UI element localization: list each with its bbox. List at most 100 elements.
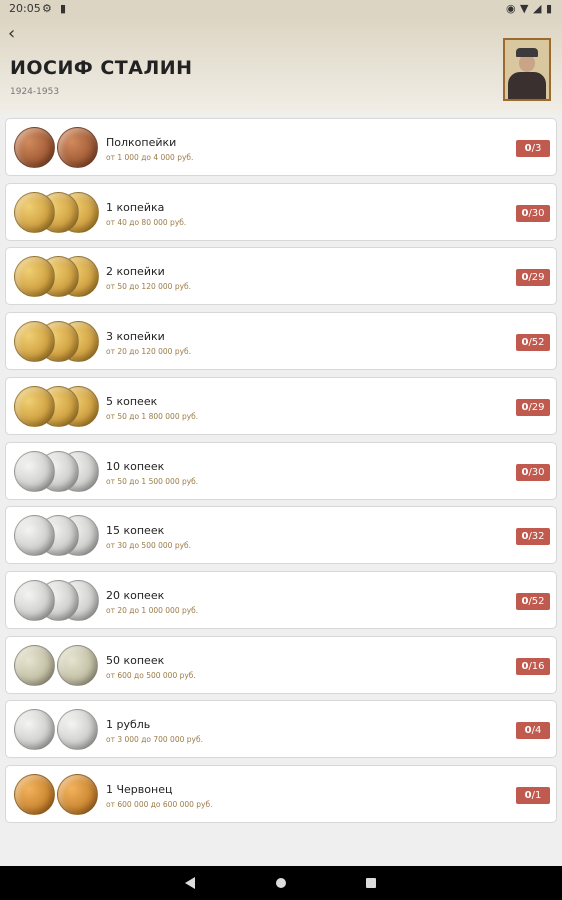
total-count: /16 (528, 660, 545, 672)
coin-thumbnails (14, 515, 104, 557)
coin-name: 5 копеек (106, 394, 158, 408)
collection-count-badge[interactable]: 0/1 (516, 787, 550, 804)
coin-list-item[interactable]: 1 рубль от 3 000 до 700 000 руб. 0/4 (5, 700, 557, 759)
total-count: /30 (528, 466, 545, 478)
coin-list-item[interactable]: 1 Червонец от 600 000 до 600 000 руб. 0/1 (5, 765, 557, 823)
collection-count-badge[interactable]: 0/4 (516, 722, 550, 740)
collection-count-badge[interactable]: 0/32 (516, 528, 550, 546)
coin-price-range: от 3 000 до 700 000 руб. (106, 735, 203, 745)
collection-count-badge[interactable]: 0/29 (516, 398, 550, 416)
system-nav-bar (0, 866, 562, 900)
coin-thumbnails (14, 644, 104, 687)
wifi-icon: ▼ (520, 2, 529, 15)
coin-list-item[interactable]: 50 копеек от 600 до 500 000 руб. 0/16 (5, 635, 557, 694)
coin-thumbnails (14, 127, 104, 169)
coin-list-item[interactable]: 5 копеек от 50 до 1 800 000 руб. 0/29 (5, 376, 557, 435)
coin-thumbnails (14, 256, 104, 298)
signal-icon: ◢ (533, 2, 542, 15)
coin-price-range: от 40 до 80 000 руб. (106, 217, 187, 227)
coin-name: 1 копейка (106, 200, 165, 214)
coin-image (14, 321, 55, 363)
coin-image (57, 644, 98, 686)
coin-price-range: от 1 000 до 4 000 руб. (106, 153, 194, 162)
coin-thumbnails (14, 450, 104, 493)
coin-thumbnails (14, 191, 104, 234)
coin-list-item[interactable]: 20 копеек от 20 до 1 000 000 руб. 0/52 (5, 570, 557, 629)
ruler-header: ‹ ИОСИФ СТАЛИН 1924-1953 (0, 17, 562, 114)
coin-list-item[interactable]: 1 копейка от 40 до 80 000 руб. 0/30 (5, 182, 557, 241)
coin-price-range: от 30 до 500 000 руб. (106, 541, 192, 551)
owned-count: 0 (524, 790, 532, 801)
coin-image (14, 515, 55, 557)
coin-name: 2 копейки (106, 265, 165, 279)
owned-count: 0 (524, 143, 532, 154)
total-count: /32 (528, 531, 545, 543)
coin-list-item[interactable]: 2 копейки от 50 до 120 000 руб. 0/29 (5, 247, 557, 306)
coin-image (14, 127, 55, 168)
coin-price-range: от 20 до 120 000 руб. (106, 347, 192, 357)
coin-image (14, 709, 55, 751)
collection-count-badge[interactable]: 0/29 (516, 269, 550, 287)
coin-image (14, 644, 55, 686)
total-count: /29 (528, 272, 545, 284)
coin-image (57, 709, 98, 751)
status-bar: 20:05 ⚙ ▮ ◉ ▼ ◢ ▮ (0, 0, 562, 17)
total-count: /52 (528, 595, 545, 607)
coin-price-range: от 600 000 до 600 000 руб. (106, 800, 213, 809)
coin-list-item[interactable]: 10 копеек от 50 до 1 500 000 руб. 0/30 (5, 441, 557, 500)
gear-icon: ⚙ (42, 2, 52, 15)
coin-thumbnails (14, 385, 104, 428)
coin-image (14, 774, 55, 815)
coin-thumbnails (14, 321, 104, 363)
coin-name: 20 копеек (106, 588, 165, 602)
coin-thumbnails (14, 774, 104, 816)
coin-list-item[interactable]: Полкопейки от 1 000 до 4 000 руб. 0/3 (5, 118, 557, 176)
total-count: /30 (528, 207, 545, 219)
total-count: /3 (531, 143, 542, 154)
coin-image (14, 385, 55, 427)
coin-image (14, 450, 55, 492)
coin-name: 1 Червонец (106, 783, 173, 796)
page-title: ИОСИФ СТАЛИН (10, 57, 193, 79)
coin-price-range: от 50 до 1 800 000 руб. (106, 411, 199, 421)
location-icon: ◉ (506, 2, 516, 15)
ruler-portrait (503, 38, 551, 101)
coin-name: Полкопейки (106, 136, 177, 149)
total-count: /4 (531, 725, 542, 737)
coin-price-range: от 50 до 1 500 000 руб. (106, 476, 199, 486)
nav-home-icon[interactable] (276, 878, 286, 888)
coin-price-range: от 600 до 500 000 руб. (106, 670, 196, 680)
total-count: /1 (531, 790, 542, 801)
coin-image (14, 191, 55, 233)
coin-name: 10 копеек (106, 459, 165, 473)
coin-list-item[interactable]: 3 копейки от 20 до 120 000 руб. 0/52 (5, 312, 557, 371)
collection-count-badge[interactable]: 0/16 (516, 657, 550, 675)
nav-recents-icon[interactable] (366, 878, 376, 888)
coin-thumbnails (14, 579, 104, 622)
collection-count-badge[interactable]: 0/30 (516, 204, 550, 222)
sd-card-icon: ▮ (60, 2, 67, 15)
coin-thumbnails (14, 709, 104, 751)
coin-name: 3 копейки (106, 330, 165, 344)
status-time: 20:05 (9, 2, 41, 15)
nav-back-icon[interactable] (185, 877, 195, 889)
battery-icon: ▮ (546, 2, 553, 15)
owned-count: 0 (524, 725, 532, 737)
coin-name: 50 копеек (106, 653, 165, 667)
collection-count-badge[interactable]: 0/52 (516, 334, 550, 352)
coin-price-range: от 20 до 1 000 000 руб. (106, 605, 199, 615)
coin-image (57, 774, 98, 815)
collection-count-badge[interactable]: 0/3 (516, 140, 550, 157)
coin-list-item[interactable]: 15 копеек от 30 до 500 000 руб. 0/32 (5, 506, 557, 565)
coin-price-range: от 50 до 120 000 руб. (106, 282, 192, 292)
reign-years: 1924-1953 (10, 87, 60, 97)
total-count: /29 (528, 401, 545, 413)
collection-count-badge[interactable]: 0/30 (516, 463, 550, 481)
coin-name: 1 рубль (106, 718, 151, 732)
collection-count-badge[interactable]: 0/52 (516, 592, 550, 610)
coin-image (57, 127, 98, 168)
coin-name: 15 копеек (106, 524, 165, 538)
coin-image (14, 579, 55, 621)
total-count: /52 (528, 337, 545, 349)
back-arrow-icon[interactable]: ‹ (8, 23, 15, 44)
